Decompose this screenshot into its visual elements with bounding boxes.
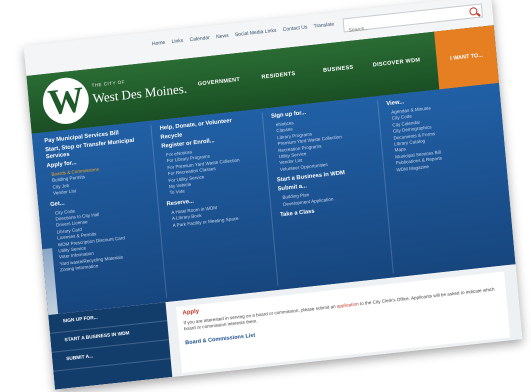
left-nav: SIGN UP FOR... START A BUSINESS IN WDM S…	[48, 302, 173, 390]
util-link-calendar[interactable]: Calendar	[189, 35, 210, 43]
menu-column-view: View... Agendas & Minutes City Code City…	[382, 88, 507, 273]
util-link-translate[interactable]: Translate	[313, 21, 334, 29]
utility-links: Home Links Calendar News Social Media Li…	[152, 21, 340, 47]
util-link-contact[interactable]: Contact Us	[283, 24, 308, 33]
nav-business[interactable]: BUSINESS	[323, 65, 354, 74]
menu-column-signup-submit: Sign up for... eNotices Classes Library …	[266, 100, 394, 286]
util-link-news[interactable]: News	[216, 33, 229, 40]
menu-column-register-reserve: Help, Donate, or Volunteer Recycle Regis…	[155, 112, 279, 298]
util-link-links[interactable]: Links	[171, 38, 183, 45]
util-link-social[interactable]: Social Media Links	[235, 28, 277, 38]
city-logo-icon[interactable]: W	[40, 75, 91, 127]
search-icon[interactable]	[469, 6, 478, 16]
browser-page: Home Links Calendar News Social Media Li…	[23, 0, 523, 390]
application-link[interactable]: application	[337, 301, 359, 308]
menu-column-pay-apply-get: Pay Municipal Services Bill Start, Stop …	[39, 124, 168, 311]
nav-discover-wdm[interactable]: DISCOVER WDM	[373, 57, 421, 68]
nav-i-want-to[interactable]: I WANT TO...	[434, 25, 500, 90]
util-link-home[interactable]: Home	[152, 40, 166, 47]
nav-residents[interactable]: RESIDENTS	[261, 71, 296, 81]
nav-government[interactable]: GOVERNMENT	[198, 77, 241, 88]
logo-tagline: THE CITY OF	[91, 79, 126, 88]
